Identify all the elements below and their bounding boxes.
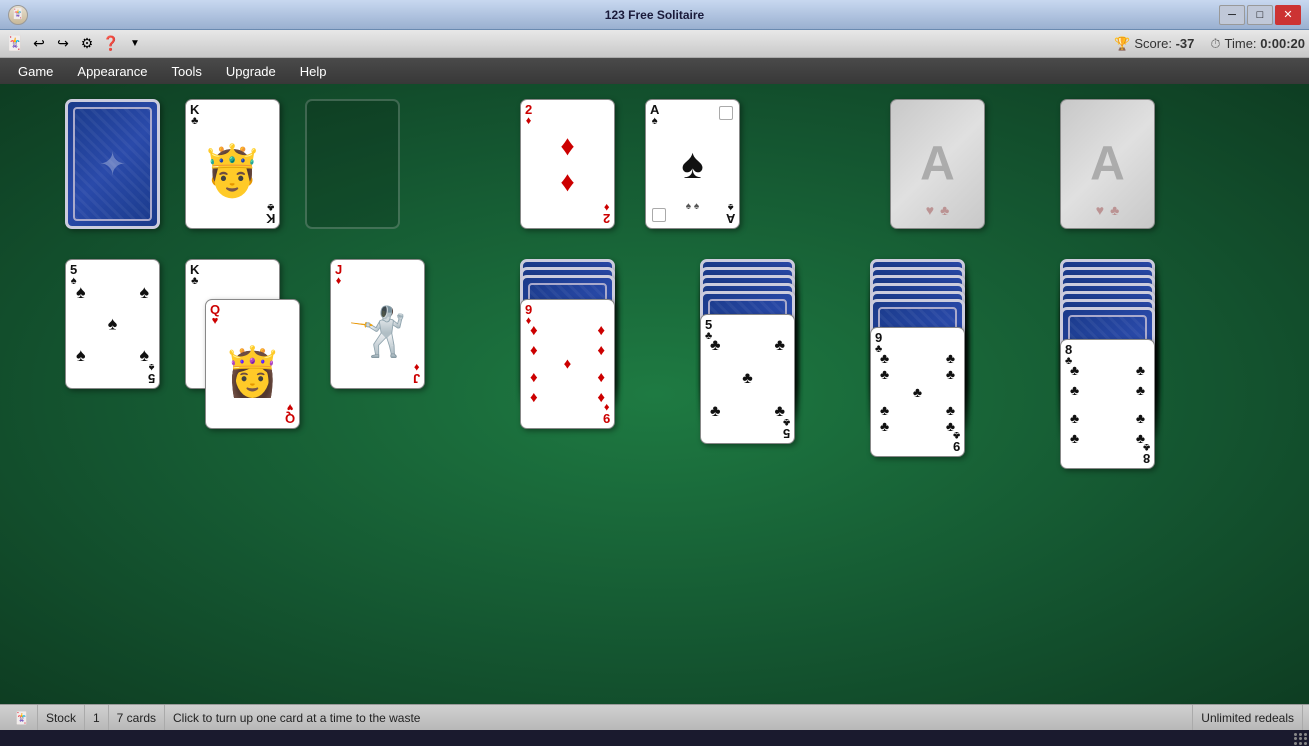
waste-pile[interactable]: K♣ 🤴 K♣: [185, 99, 280, 229]
game-area[interactable]: K♣ 🤴 K♣ 2♦ ♦ ♦ 2♦ A♠ ♠ A♠ ♠ ♠ A ♥♣ A ♥♣: [0, 84, 1309, 704]
status-hint: Click to turn up one card at a time to t…: [165, 705, 1193, 730]
status-stock-label: Stock: [38, 705, 85, 730]
status-stock-count: 1: [85, 705, 109, 730]
tableau-col5-five[interactable]: 5♣ ♣ ♣ ♣ ♣ ♣ 5♣: [700, 314, 795, 444]
stock-pile[interactable]: [65, 99, 160, 229]
menu-upgrade[interactable]: Upgrade: [216, 62, 286, 81]
menu-game[interactable]: Game: [8, 62, 63, 81]
tableau-col6-nine-clubs[interactable]: 9♣ ♣ ♣ ♣ ♣ ♣ ♣ ♣ ♣ ♣ 9♣: [870, 327, 965, 457]
title-bar: 🃏 123 Free Solitaire ─ □ ✕: [0, 0, 1309, 30]
toolbar-icon-dropdown[interactable]: ▼: [124, 33, 146, 55]
score-display: 🏆 Score: -37: [1114, 36, 1194, 52]
card-ace-spades[interactable]: A♠ ♠ A♠ ♠ ♠: [645, 99, 740, 229]
toolbar-icon-cards[interactable]: 🃏: [4, 33, 26, 55]
menu-help[interactable]: Help: [290, 62, 337, 81]
menu-tools[interactable]: Tools: [162, 62, 212, 81]
tableau-col3-jack[interactable]: J♦ 🤺 J♦: [330, 259, 425, 389]
tableau-col1-top[interactable]: 5♠ ♠ ♠ ♠ ♠ ♠ 5♠: [65, 259, 160, 389]
title-bar-left: 🃏: [8, 5, 28, 25]
foundation-1[interactable]: A ♥♣: [890, 99, 985, 229]
maximize-button[interactable]: □: [1247, 5, 1273, 25]
time-display: ⏱ Time: 0:00:20: [1210, 36, 1305, 52]
window-title: 123 Free Solitaire: [605, 8, 704, 22]
minimize-button[interactable]: ─: [1219, 5, 1245, 25]
status-redeals: Unlimited redeals: [1193, 705, 1303, 730]
toolbar: 🃏 ↩ ↪ ⚙ ❓ ▼ 🏆 Score: -37 ⏱ Time: 0:00:20: [0, 30, 1309, 58]
card-2-diamonds[interactable]: 2♦ ♦ ♦ 2♦: [520, 99, 615, 229]
empty-slot-3[interactable]: [305, 99, 400, 229]
app-icon: 🃏: [8, 5, 28, 25]
resize-grip-icon[interactable]: [1293, 732, 1307, 746]
menu-bar: Game Appearance Tools Upgrade Help: [0, 58, 1309, 84]
tableau-col7-eight-clubs[interactable]: 8♣ ♣ ♣ ♣ ♣ ♣ ♣ ♣ ♣ 8♣: [1060, 339, 1155, 469]
close-button[interactable]: ✕: [1275, 5, 1301, 25]
foundation-2[interactable]: A ♥♣: [1060, 99, 1155, 229]
status-bar: 🃏 Stock 1 7 cards Click to turn up one c…: [0, 704, 1309, 730]
menu-appearance[interactable]: Appearance: [67, 62, 157, 81]
toolbar-icon-redo[interactable]: ↪: [52, 33, 74, 55]
toolbar-icon-help[interactable]: ❓: [100, 33, 122, 55]
status-stock-icon: 🃏: [6, 705, 38, 730]
tableau-col2-queen[interactable]: Q♥ 👸 Q♥: [205, 299, 300, 429]
status-cards-label: 7 cards: [109, 705, 165, 730]
toolbar-icon-undo[interactable]: ↩: [28, 33, 50, 55]
window-controls: ─ □ ✕: [1219, 5, 1301, 25]
tableau-col4-nine[interactable]: 9♦ ♦ ♦ ♦ ♦ ♦ ♦ ♦ ♦ ♦ 9♦: [520, 299, 615, 429]
toolbar-icon-settings[interactable]: ⚙: [76, 33, 98, 55]
